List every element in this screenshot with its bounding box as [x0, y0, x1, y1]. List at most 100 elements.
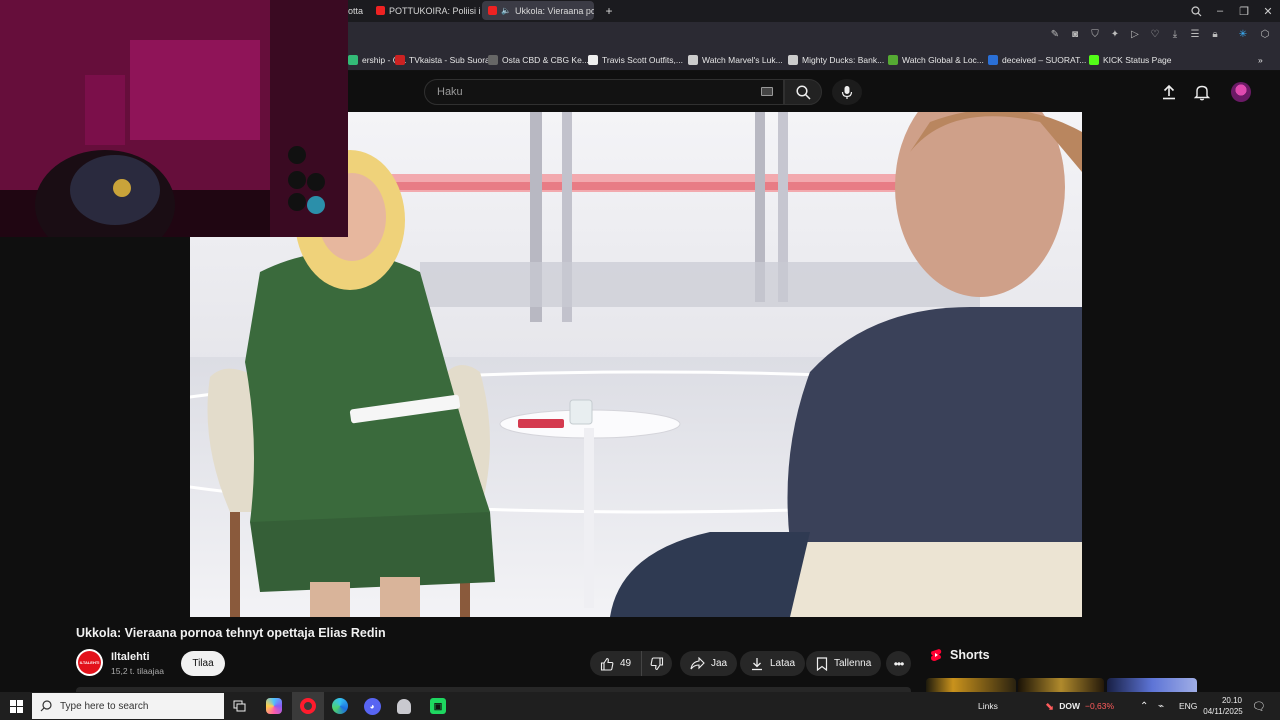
shield-icon[interactable]: ⛉: [1088, 27, 1102, 41]
tab-label: POTTUKOIRA: Poliisi iskee: [389, 5, 480, 16]
bookmark-item[interactable]: Watch Marvel's Luk...: [688, 52, 783, 67]
network-icon[interactable]: ⌁: [1158, 692, 1164, 720]
bookmark-item[interactable]: KICK Status Page: [1089, 52, 1172, 67]
channel-avatar[interactable]: ILTALEHTI: [76, 649, 103, 676]
subscribe-button[interactable]: Tilaa: [181, 651, 225, 676]
windows-taskbar: Type here to search ◕ ▣ Links ⬊ DOW −0,6…: [0, 692, 1280, 720]
extension-icon[interactable]: ✦: [1108, 27, 1122, 41]
links-toolbar[interactable]: Links: [978, 692, 998, 720]
account-avatar[interactable]: [1231, 82, 1251, 102]
short-thumbnail[interactable]: [1107, 678, 1197, 692]
taskbar-search-input[interactable]: Type here to search: [32, 693, 224, 719]
bookmarks-overflow-chevron-icon[interactable]: »: [1258, 52, 1263, 67]
bookmark-item[interactable]: TVkaista - Sub Suora: [395, 52, 490, 67]
bookmark-item[interactable]: deceived – SUORAT...: [988, 52, 1086, 67]
search-icon: [795, 84, 811, 100]
window-controls: – ❐ ✕: [1184, 0, 1280, 22]
bookmark-item[interactable]: Mighty Ducks: Bank...: [788, 52, 884, 67]
share-icon: [690, 657, 705, 670]
youtube-favicon-icon: [488, 6, 497, 15]
lock-icon[interactable]: 🔒︎: [1208, 27, 1222, 41]
share-button[interactable]: Jaa: [680, 651, 738, 676]
taskbar-app-discord[interactable]: ◕: [356, 692, 388, 720]
iltalehti-logo: ILTALEHTI: [78, 651, 101, 674]
menu-icon[interactable]: ☰: [1188, 27, 1202, 41]
notifications-icon[interactable]: 🗨︎: [1252, 692, 1266, 720]
cube-icon[interactable]: ⬡: [1258, 27, 1272, 41]
bookmark-item[interactable]: Osta CBD & CBG Ke...: [488, 52, 589, 67]
close-icon[interactable]: ✕: [1256, 0, 1280, 22]
discord-icon: ◕: [363, 697, 381, 715]
microphone-icon: [841, 85, 853, 99]
more-actions-button[interactable]: •••: [886, 651, 911, 676]
restore-icon[interactable]: ❐: [1232, 0, 1256, 22]
taskbar-app-terminal[interactable]: ▣: [422, 692, 454, 720]
download-icon: [752, 657, 762, 670]
tab-partial[interactable]: otta: [346, 1, 368, 20]
search-tabs-icon[interactable]: [1184, 0, 1208, 22]
copilot-icon: [266, 698, 282, 714]
thumbs-down-icon: [650, 656, 664, 670]
bookmark-favicon-icon: [788, 54, 798, 65]
camera-icon[interactable]: ◙: [1068, 27, 1082, 41]
more-icon: •••: [893, 656, 905, 671]
opera-icon: [300, 698, 316, 714]
taskbar-app-opera[interactable]: [292, 692, 324, 720]
video-title: Ukkola: Vieraana pornoa tehnyt opettaja …: [76, 626, 386, 640]
bookmark-label: Travis Scott Outfits,...: [602, 54, 683, 65]
download-button[interactable]: Lataa: [740, 651, 806, 676]
speaker-icon: 🔈: [501, 6, 511, 15]
subscriber-count: 15,2 t. tilaajaa: [111, 666, 164, 676]
tab-ukkola[interactable]: 🔈 Ukkola: Vieraana porno: [482, 1, 594, 20]
bookmark-icon: [816, 656, 828, 671]
tab-label: Ukkola: Vieraana porno: [514, 5, 594, 16]
task-view-button[interactable]: [224, 692, 256, 720]
bookmark-favicon-icon: [395, 54, 405, 65]
bookmark-favicon-icon: [588, 54, 598, 65]
download-icon[interactable]: ⤓: [1168, 27, 1182, 41]
task-view-icon: [233, 700, 246, 712]
heart-icon[interactable]: ♡: [1148, 27, 1162, 41]
edge-icon: [332, 698, 348, 714]
taskbar-app-colorful[interactable]: [258, 692, 290, 720]
short-thumbnail[interactable]: [926, 678, 1016, 692]
bookmark-favicon-icon: [1089, 54, 1099, 65]
search-icon: [40, 700, 52, 712]
search-button[interactable]: [784, 79, 822, 105]
like-count: 49: [620, 658, 632, 669]
language-indicator[interactable]: ENG: [1179, 692, 1197, 720]
search-input[interactable]: Haku: [424, 79, 784, 105]
notifications-bell-icon[interactable]: [1193, 83, 1211, 101]
bookmark-label: Watch Global & Loc...: [902, 54, 984, 65]
new-tab-button[interactable]: +: [600, 1, 618, 20]
shorts-icon: [931, 649, 942, 661]
terminal-icon: ▣: [430, 698, 446, 714]
tab-pottukoira[interactable]: POTTUKOIRA: Poliisi iskee: [370, 1, 480, 20]
like-button[interactable]: 49: [590, 651, 643, 676]
bookmark-label: KICK Status Page: [1103, 54, 1172, 65]
show-hidden-icons-chevron-icon[interactable]: ⌃: [1140, 692, 1148, 720]
dislike-button[interactable]: [642, 651, 672, 676]
clock[interactable]: 20.10 04/11/2025: [1200, 692, 1246, 720]
bookmark-item[interactable]: Travis Scott Outfits,...: [588, 52, 683, 67]
upload-icon[interactable]: [1160, 83, 1178, 101]
minimize-icon[interactable]: –: [1208, 0, 1232, 22]
taskbar-app-shield[interactable]: [388, 692, 420, 720]
shield-app-icon: [397, 698, 411, 714]
youtube-favicon-icon: [376, 6, 385, 15]
voice-search-button[interactable]: [832, 79, 862, 105]
windows-logo-icon: [9, 699, 23, 713]
channel-name[interactable]: Iltalehti: [111, 651, 150, 663]
save-button[interactable]: Tallenna: [806, 651, 882, 676]
taskbar-app-edge[interactable]: [324, 692, 356, 720]
bookmark-label: deceived – SUORAT...: [1002, 54, 1087, 65]
bookmark-item[interactable]: Watch Global & Loc...: [888, 52, 984, 67]
edit-icon[interactable]: ✎: [1048, 27, 1062, 41]
bookmark-favicon-icon: [488, 54, 498, 65]
stock-ticker-widget[interactable]: ⬊ DOW −0,63%: [1045, 692, 1114, 720]
aria-icon[interactable]: ✳: [1236, 27, 1250, 41]
keyboard-icon[interactable]: [761, 87, 773, 96]
start-button[interactable]: [0, 692, 32, 720]
play-icon[interactable]: ▷: [1128, 27, 1142, 41]
short-thumbnail[interactable]: [1018, 678, 1104, 692]
